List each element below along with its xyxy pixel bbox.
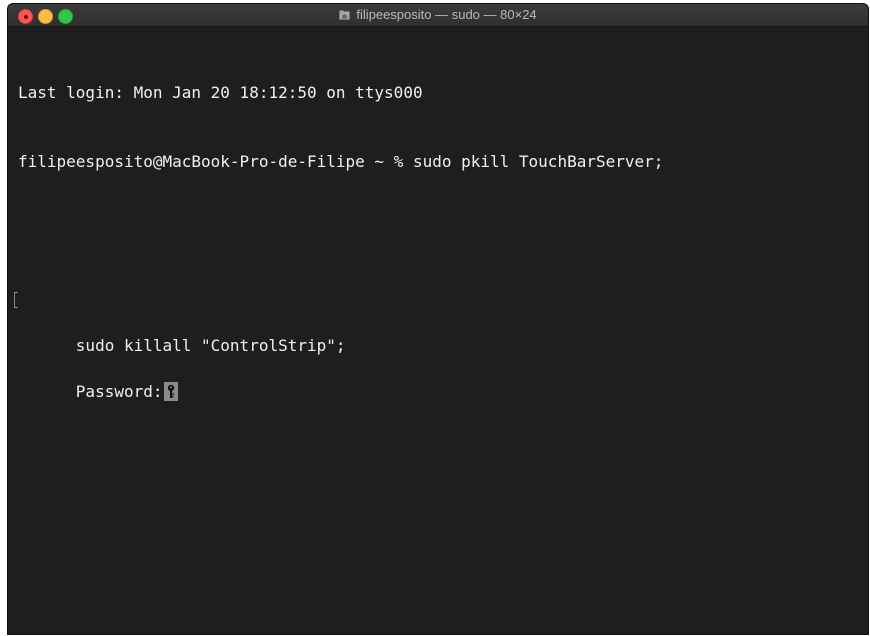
command-mark-icon: [14, 292, 18, 308]
key-cursor-icon[interactable]: [163, 382, 178, 401]
home-folder-icon: [339, 5, 351, 20]
terminal-line: Last login: Mon Jan 20 18:12:50 on ttys0…: [18, 83, 423, 102]
terminal-output[interactable]: Last login: Mon Jan 20 18:12:50 on ttys0…: [8, 27, 868, 426]
terminal-line-text: sudo killall "ControlStrip";: [75, 336, 346, 355]
window-title-container: filipeesposito — sudo — 80×24: [8, 4, 868, 26]
terminal-line: filipeesposito@MacBook-Pro-de-Filipe ~ %…: [18, 152, 664, 171]
terminal-line-with-mark: sudo killall "ControlStrip";: [14, 288, 868, 355]
window-title: filipeesposito — sudo — 80×24: [356, 7, 537, 22]
password-prompt: Password:: [75, 382, 163, 401]
password-prompt-line[interactable]: Password:: [18, 357, 868, 401]
title-bar[interactable]: filipeesposito — sudo — 80×24: [8, 4, 868, 27]
terminal-window: filipeesposito — sudo — 80×24 Last login…: [8, 4, 868, 634]
